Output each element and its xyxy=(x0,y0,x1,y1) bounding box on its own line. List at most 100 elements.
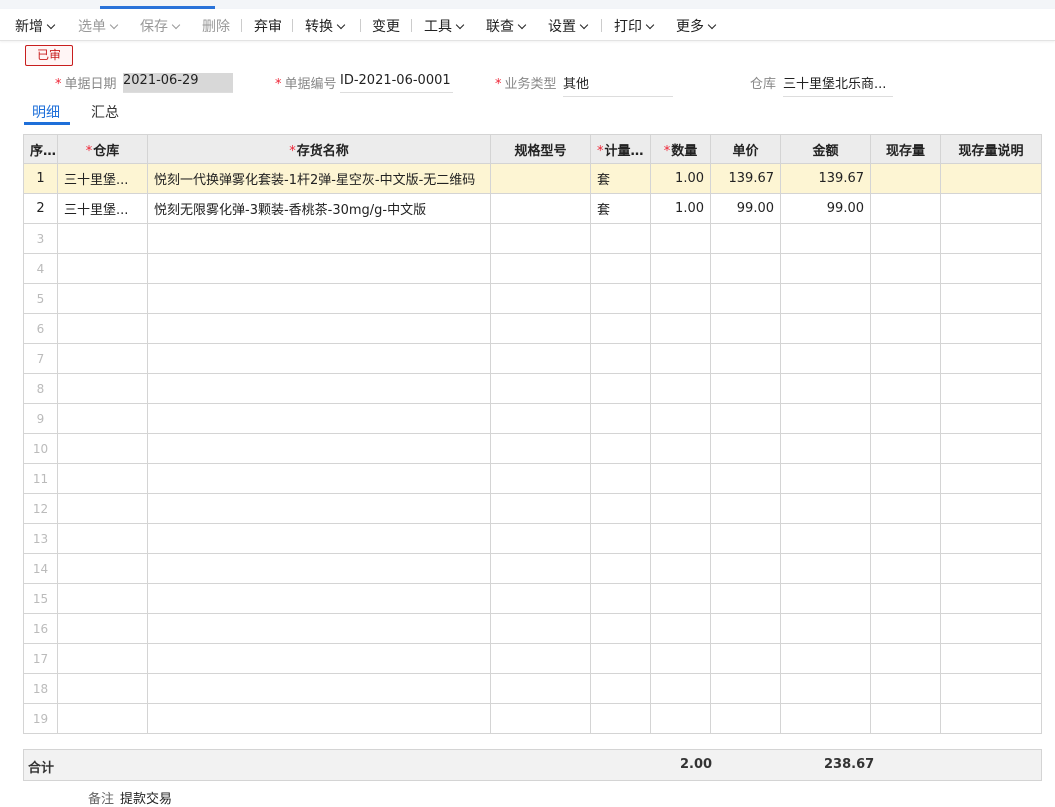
table-row[interactable]: 17 xyxy=(23,643,1042,674)
cell-warehouse[interactable] xyxy=(57,703,148,734)
cell-amount[interactable] xyxy=(780,583,871,614)
cell-unit[interactable] xyxy=(590,223,651,254)
cell-warehouse[interactable] xyxy=(57,463,148,494)
cell-stock_note[interactable] xyxy=(940,463,1042,494)
cell-spec[interactable] xyxy=(490,583,591,614)
cell-qty[interactable] xyxy=(650,223,711,254)
toolbar-button-9[interactable]: 设置 xyxy=(548,16,589,36)
cell-stock[interactable] xyxy=(870,343,941,374)
cell-stock[interactable] xyxy=(870,433,941,464)
column-header-8[interactable]: 现存量 xyxy=(870,134,941,164)
cell-amount[interactable] xyxy=(780,313,871,344)
cell-qty[interactable] xyxy=(650,313,711,344)
cell-name[interactable] xyxy=(147,403,491,434)
cell-amount[interactable] xyxy=(780,493,871,524)
cell-name[interactable]: 悦刻无限雾化弹-3颗装-香桃茶-30mg/g-中文版 xyxy=(147,193,491,224)
cell-qty[interactable] xyxy=(650,493,711,524)
cell-unit[interactable] xyxy=(590,493,651,524)
cell-qty[interactable] xyxy=(650,703,711,734)
toolbar-button-3[interactable]: 删除 xyxy=(202,16,230,36)
cell-stock[interactable] xyxy=(870,163,941,194)
column-header-7[interactable]: 金额 xyxy=(780,134,871,164)
table-row[interactable]: 19 xyxy=(23,703,1042,734)
business-type-value[interactable]: 其他 xyxy=(563,73,673,97)
cell-spec[interactable] xyxy=(490,253,591,284)
cell-qty[interactable] xyxy=(650,283,711,314)
cell-price[interactable] xyxy=(710,433,781,464)
cell-unit[interactable]: 套 xyxy=(590,163,651,194)
cell-spec[interactable] xyxy=(490,673,591,704)
toolbar-button-10[interactable]: 打印 xyxy=(614,16,655,36)
cell-name[interactable] xyxy=(147,253,491,284)
cell-warehouse[interactable] xyxy=(57,253,148,284)
cell-spec[interactable] xyxy=(490,163,591,194)
cell-price[interactable] xyxy=(710,703,781,734)
cell-price[interactable] xyxy=(710,463,781,494)
cell-amount[interactable]: 99.00 xyxy=(780,193,871,224)
cell-stock_note[interactable] xyxy=(940,283,1042,314)
cell-amount[interactable] xyxy=(780,433,871,464)
toolbar-button-11[interactable]: 更多 xyxy=(676,16,717,36)
cell-spec[interactable] xyxy=(490,403,591,434)
tab-summary[interactable]: 汇总 xyxy=(91,102,119,122)
cell-warehouse[interactable] xyxy=(57,403,148,434)
cell-spec[interactable] xyxy=(490,523,591,554)
cell-amount[interactable] xyxy=(780,373,871,404)
cell-price[interactable]: 139.67 xyxy=(710,163,781,194)
cell-unit[interactable] xyxy=(590,673,651,704)
remark-value[interactable]: 提款交易 xyxy=(120,792,172,807)
cell-qty[interactable] xyxy=(650,343,711,374)
cell-qty[interactable] xyxy=(650,553,711,584)
cell-unit[interactable] xyxy=(590,643,651,674)
cell-stock_note[interactable] xyxy=(940,703,1042,734)
cell-warehouse[interactable] xyxy=(57,343,148,374)
table-row[interactable]: 3 xyxy=(23,223,1042,254)
cell-amount[interactable] xyxy=(780,403,871,434)
cell-name[interactable] xyxy=(147,463,491,494)
cell-unit[interactable] xyxy=(590,553,651,584)
table-row[interactable]: 12 xyxy=(23,493,1042,524)
cell-amount[interactable] xyxy=(780,643,871,674)
cell-warehouse[interactable]: 三十里堡... xyxy=(57,163,148,194)
table-row[interactable]: 10 xyxy=(23,433,1042,464)
toolbar-button-4[interactable]: 弃审 xyxy=(254,16,282,36)
cell-price[interactable] xyxy=(710,583,781,614)
cell-spec[interactable] xyxy=(490,373,591,404)
cell-amount[interactable] xyxy=(780,523,871,554)
cell-qty[interactable] xyxy=(650,253,711,284)
cell-warehouse[interactable] xyxy=(57,433,148,464)
column-header-3[interactable]: 规格型号 xyxy=(490,134,591,164)
cell-spec[interactable] xyxy=(490,223,591,254)
cell-unit[interactable] xyxy=(590,703,651,734)
cell-price[interactable] xyxy=(710,253,781,284)
toolbar-button-1[interactable]: 选单 xyxy=(78,16,119,36)
cell-stock[interactable] xyxy=(870,253,941,284)
cell-spec[interactable] xyxy=(490,343,591,374)
table-row[interactable]: 11 xyxy=(23,463,1042,494)
tab-detail[interactable]: 明细 xyxy=(32,102,60,122)
cell-spec[interactable] xyxy=(490,703,591,734)
cell-stock_note[interactable] xyxy=(940,253,1042,284)
cell-spec[interactable] xyxy=(490,613,591,644)
cell-qty[interactable] xyxy=(650,613,711,644)
cell-spec[interactable] xyxy=(490,643,591,674)
cell-warehouse[interactable] xyxy=(57,673,148,704)
cell-warehouse[interactable] xyxy=(57,643,148,674)
column-header-1[interactable]: *仓库 xyxy=(57,134,148,164)
cell-qty[interactable] xyxy=(650,373,711,404)
cell-name[interactable]: 悦刻一代换弹雾化套装-1杆2弹-星空灰-中文版-无二维码 xyxy=(147,163,491,194)
table-row[interactable]: 18 xyxy=(23,673,1042,704)
cell-stock_note[interactable] xyxy=(940,193,1042,224)
cell-spec[interactable] xyxy=(490,313,591,344)
cell-unit[interactable] xyxy=(590,433,651,464)
remark-field[interactable]: 备注 提款交易 xyxy=(88,788,172,807)
cell-unit[interactable] xyxy=(590,523,651,554)
cell-stock[interactable] xyxy=(870,583,941,614)
cell-name[interactable] xyxy=(147,433,491,464)
cell-unit[interactable] xyxy=(590,613,651,644)
cell-price[interactable] xyxy=(710,283,781,314)
toolbar-button-6[interactable]: 变更 xyxy=(372,16,400,36)
cell-qty[interactable] xyxy=(650,583,711,614)
cell-qty[interactable] xyxy=(650,673,711,704)
cell-qty[interactable] xyxy=(650,523,711,554)
